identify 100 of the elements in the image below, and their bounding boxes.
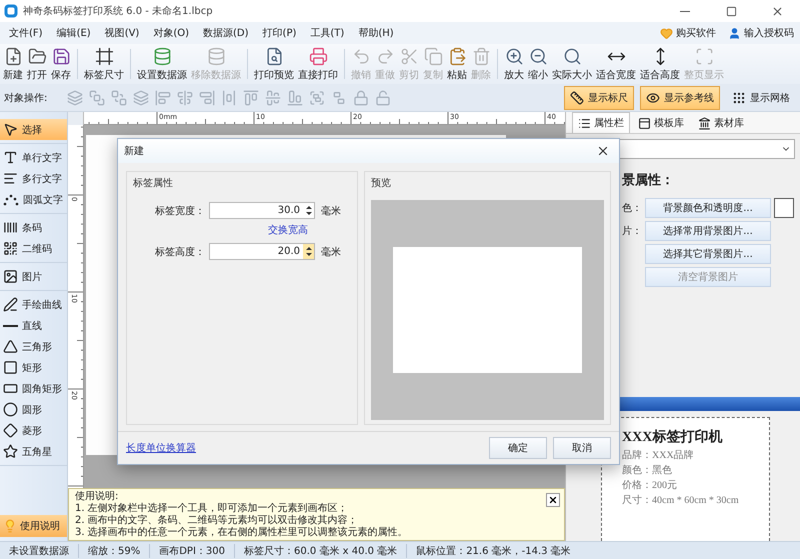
menu-item[interactable]: 工具(T): [303, 23, 352, 43]
menu-item[interactable]: 打印(P): [256, 23, 304, 43]
align-right-icon[interactable]: [199, 90, 216, 106]
tool-item[interactable]: 图片: [0, 266, 67, 287]
property-label: 色：: [622, 202, 642, 215]
group-icon[interactable]: [309, 90, 326, 106]
menu-item[interactable]: 文件(F): [2, 23, 50, 43]
diamond-icon: [3, 423, 18, 438]
converter-link[interactable]: 长度单位换算器: [126, 441, 483, 455]
template-line: 尺寸：40cm * 60cm * 30cm: [622, 494, 740, 508]
note-line: 3. 选择画布中的任意一个元素，在右侧的属性栏里可以调整该元素的属性。: [75, 527, 409, 539]
toolbar-button[interactable]: 放大: [502, 46, 526, 82]
status-item: 缩放：59%: [78, 544, 150, 558]
toolbar-button[interactable]: 适合宽度: [594, 46, 638, 82]
pen-icon: [3, 297, 18, 312]
tool-item[interactable]: 条码: [0, 217, 67, 238]
template-icon: [638, 116, 651, 130]
toggle-button[interactable]: 显示标尺: [564, 86, 634, 110]
unlock-icon[interactable]: [375, 90, 392, 106]
multiline-text-icon: [3, 171, 18, 186]
tool-item[interactable]: 五角星: [0, 441, 67, 462]
buy-link[interactable]: 购买软件: [654, 26, 722, 40]
tool-item[interactable]: 直线: [0, 315, 67, 336]
database-icon: [152, 46, 172, 66]
license-link[interactable]: 输入授权码: [722, 26, 800, 40]
cancel-button[interactable]: 取消: [553, 437, 611, 459]
tool-item[interactable]: 单行文字: [0, 147, 67, 168]
ok-button[interactable]: 确定: [489, 437, 547, 459]
menu-item[interactable]: 对象(O): [146, 23, 196, 43]
tool-item[interactable]: 菱形: [0, 420, 67, 441]
qr-code-icon: [3, 241, 18, 256]
close-icon: [548, 495, 558, 505]
database-icon: [206, 46, 226, 66]
align-left-icon[interactable]: [155, 90, 172, 106]
panel-tab[interactable]: 模板库: [632, 112, 690, 133]
status-item: 鼠标位置：21.6 毫米，-14.3 毫米: [406, 544, 580, 558]
tool-item[interactable]: 多行文字: [0, 168, 67, 189]
toolbar-button[interactable]: 适合高度: [638, 46, 682, 82]
toolbar-button[interactable]: 保存: [49, 46, 73, 82]
toggle-button[interactable]: 显示网格: [726, 86, 796, 110]
fit-page-icon: [694, 46, 714, 66]
align-top-icon[interactable]: [243, 90, 260, 106]
toggle-button[interactable]: 显示参考线: [640, 86, 720, 110]
property-label: 片：: [622, 224, 642, 238]
menu-item[interactable]: 编辑(E): [50, 23, 98, 43]
barcode-icon: [3, 220, 18, 235]
layers-icon[interactable]: [67, 90, 84, 106]
star-icon: [3, 444, 18, 459]
window-title: 神奇条码标签打印系统 6.0 - 未命名1.lbcp: [23, 4, 214, 18]
tool-item[interactable]: 矩形: [0, 357, 67, 378]
tool-item[interactable]: 选择: [0, 119, 67, 140]
property-button[interactable]: 背景颜色和透明度...: [645, 198, 771, 218]
tool-item[interactable]: 圆形: [0, 399, 67, 420]
bring-to-front-icon[interactable]: [89, 90, 106, 106]
tool-item[interactable]: 三角形: [0, 336, 67, 357]
align-middle-icon[interactable]: [265, 90, 282, 106]
square-icon: [3, 360, 18, 375]
property-button[interactable]: 选择其它背景图片...: [645, 244, 771, 264]
unit-label: 毫米: [321, 204, 341, 218]
menu-item[interactable]: 帮助(H): [351, 23, 401, 43]
unit-label: 毫米: [321, 246, 341, 258]
toolbar-button[interactable]: 缩小: [526, 46, 550, 82]
align-center-icon[interactable]: [177, 90, 194, 106]
toolbar-button[interactable]: 新建: [1, 46, 25, 82]
group-title: 标签属性: [133, 176, 174, 190]
toolbar-button[interactable]: 打印预览: [252, 46, 296, 82]
help-button[interactable]: 使用说明: [0, 515, 67, 537]
user-icon: [728, 26, 741, 40]
menu-item[interactable]: 数据源(D): [196, 23, 256, 43]
color-swatch[interactable]: [774, 198, 794, 218]
ungroup-icon[interactable]: [331, 90, 348, 106]
close-button[interactable]: [546, 493, 560, 507]
triangle-icon: [3, 339, 18, 354]
tool-item[interactable]: 手绘曲线: [0, 294, 67, 315]
tool-item[interactable]: 二维码: [0, 238, 67, 259]
toolbar-button[interactable]: 打开: [25, 46, 49, 82]
layers-icon[interactable]: [133, 90, 150, 106]
property-button[interactable]: 选择常用背景图片...: [645, 221, 771, 241]
printer-icon: [308, 46, 328, 66]
panel-tab[interactable]: 属性栏: [572, 112, 630, 133]
distribute-icon[interactable]: [221, 90, 238, 106]
grid-dots-icon: [732, 90, 746, 104]
swap-link[interactable]: 交换宽高: [268, 223, 351, 237]
menu-item[interactable]: 视图(V): [98, 23, 146, 43]
toolbar-button[interactable]: 设置数据源: [135, 46, 189, 82]
tool-item[interactable]: 圆弧文字: [0, 189, 67, 210]
toolbar-button[interactable]: 粘贴: [445, 46, 469, 82]
align-bottom-icon[interactable]: [287, 90, 304, 106]
toolbar-button[interactable]: 直接打印: [296, 46, 340, 82]
tool-item[interactable]: 圆角矩形: [0, 378, 67, 399]
lock-icon[interactable]: [353, 90, 370, 106]
trash-icon: [472, 46, 490, 66]
template-card[interactable]: XXX标签打印机 品牌：XXX品牌 颜色：黑色 价格：200元 尺寸：40cm * 60cm * 30cm: [601, 417, 770, 541]
template-title: XXX标签打印机: [622, 428, 724, 446]
panel-tab[interactable]: 素材库: [692, 112, 750, 133]
eye-icon: [646, 90, 660, 104]
send-to-back-icon[interactable]: [111, 90, 128, 106]
toolbar-button[interactable]: 实际大小: [550, 46, 594, 82]
frame-icon: [94, 46, 114, 66]
toolbar-button[interactable]: 标签尺寸: [82, 46, 126, 82]
